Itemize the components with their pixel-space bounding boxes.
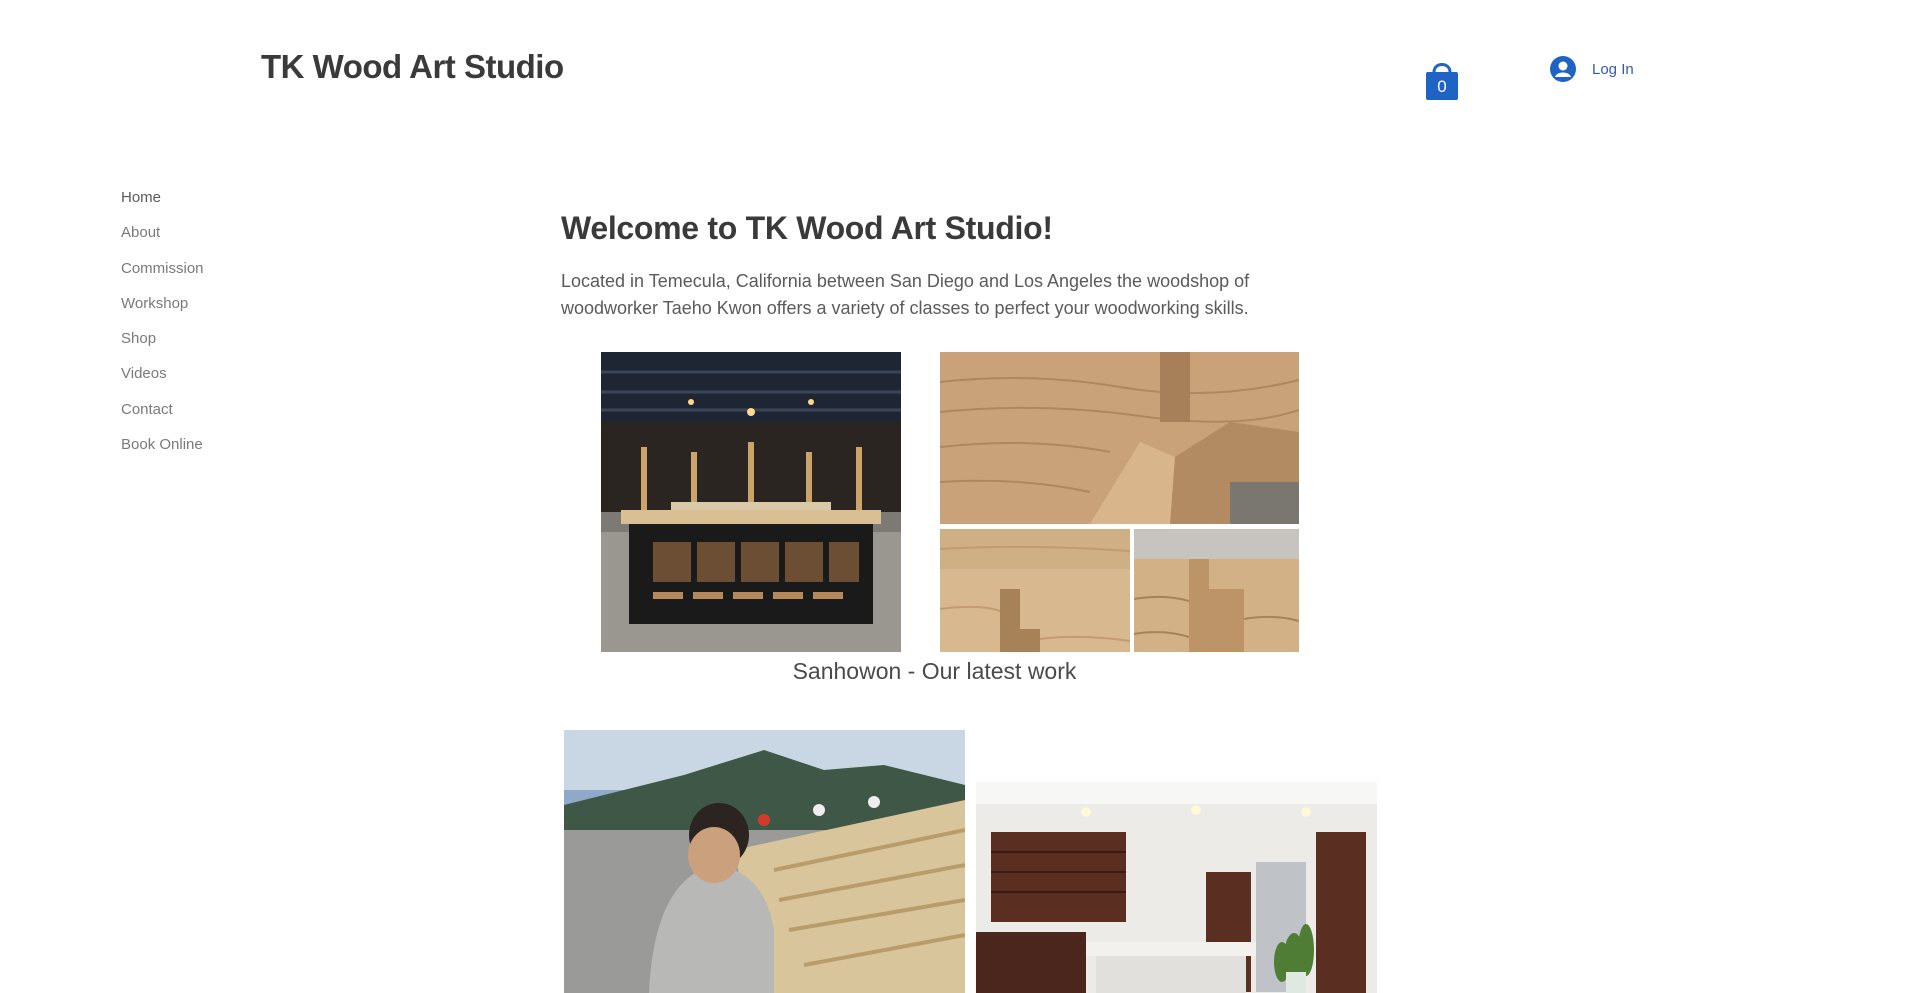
gallery-caption: Sanhowon - Our latest work xyxy=(792,658,1077,684)
site-title[interactable]: TK Wood Art Studio xyxy=(261,48,564,86)
joinery-detail-photo-2[interactable] xyxy=(1134,529,1299,652)
workshop-interior-photo[interactable] xyxy=(601,352,901,652)
nav-item-contact[interactable]: Contact xyxy=(121,401,204,436)
intro-text: Located in Temecula, California between … xyxy=(561,271,1250,318)
nav-item-shop[interactable]: Shop xyxy=(121,330,204,365)
cart-button[interactable]: 0 xyxy=(1422,58,1462,102)
cart-count: 0 xyxy=(1437,77,1447,96)
side-nav: Home About Commission Workshop Shop Vide… xyxy=(121,189,204,471)
page-heading: Welcome to TK Wood Art Studio! xyxy=(561,210,1053,246)
nav-item-videos[interactable]: Videos xyxy=(121,365,204,400)
craftsman-working-photo[interactable] xyxy=(564,730,965,993)
nav-item-about[interactable]: About xyxy=(121,224,204,259)
nav-item-commission[interactable]: Commission xyxy=(121,260,204,295)
kitchen-cabinetry-photo[interactable] xyxy=(976,782,1377,993)
user-avatar-icon xyxy=(1550,56,1576,82)
nav-item-workshop[interactable]: Workshop xyxy=(121,295,204,330)
nav-item-book-online[interactable]: Book Online xyxy=(121,436,204,471)
nav-item-home[interactable]: Home xyxy=(121,189,204,224)
login-label: Log In xyxy=(1592,60,1634,78)
joinery-detail-photo-1[interactable] xyxy=(940,529,1130,652)
login-button[interactable]: Log In xyxy=(1550,56,1634,82)
joinery-closeup-photo[interactable] xyxy=(940,352,1299,524)
